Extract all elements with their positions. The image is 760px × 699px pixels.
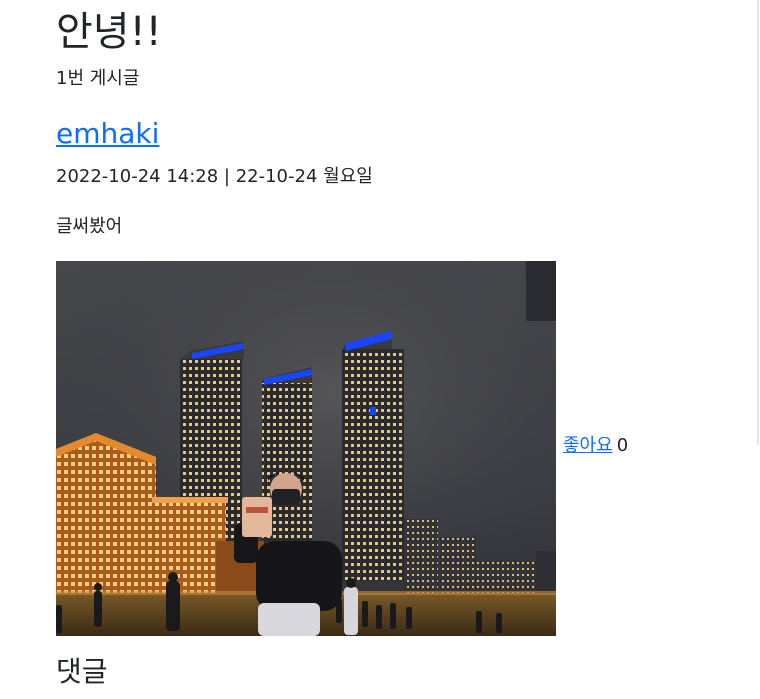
post-number: 1번 게시글 [56,68,140,89]
post-body: 글써봤어 [56,216,123,237]
comments-heading: 댓글 [56,655,108,688]
like-count: 0 [616,435,629,456]
like-button[interactable]: 좋아요 [563,435,613,456]
page-edge-divider [757,0,759,445]
like-section: 좋아요 0 [563,433,628,459]
post-meta: 2022-10-24 14:28 | 22-10-24 월요일 [56,166,373,187]
author-link[interactable]: emhaki [56,114,159,154]
post-title: 안녕!! [56,9,162,55]
post-photo [56,261,556,636]
